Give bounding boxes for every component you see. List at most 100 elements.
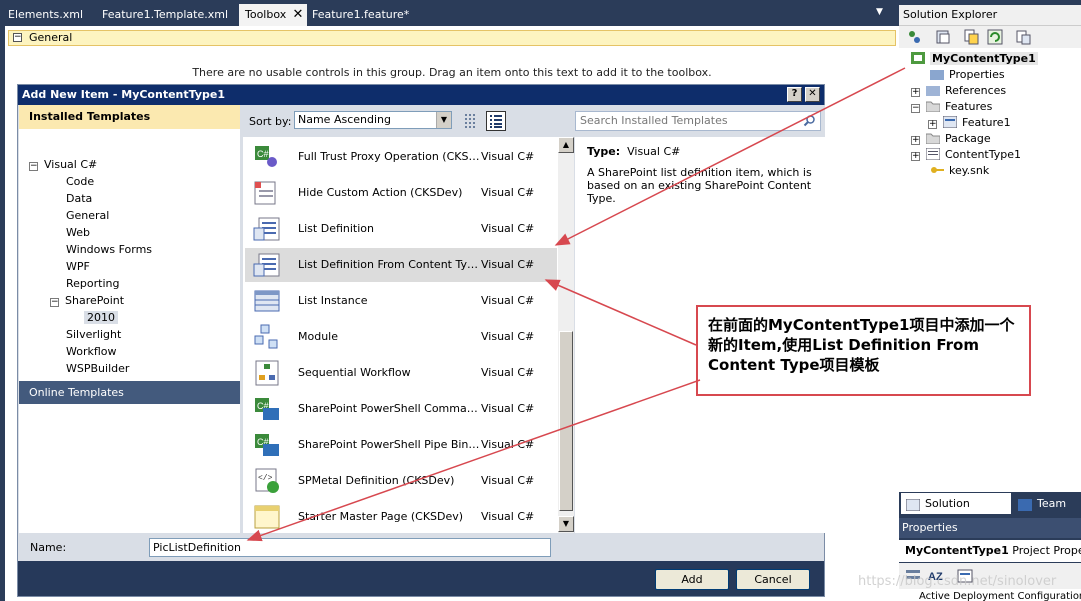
list-definition-icon <box>253 252 281 278</box>
annotation-callout: 在前面的MyContentType1项目中添加一个新的Item,使用List D… <box>696 305 1031 396</box>
tree-node-features[interactable]: − Features <box>911 99 992 114</box>
dialog-title: Add New Item - MyContentType1 <box>22 88 225 101</box>
show-all-files-icon[interactable] <box>935 29 951 45</box>
toolbox-empty-message: There are no usable controls in this gro… <box>192 66 712 79</box>
tree-node-windows-forms[interactable]: Windows Forms <box>66 242 152 257</box>
svg-text:C#: C# <box>257 149 269 159</box>
template-item-name: SharePoint PowerShell CommandLet... <box>298 402 480 415</box>
powershell-icon: C# <box>253 396 281 422</box>
tree-node-silverlight[interactable]: Silverlight <box>66 327 121 342</box>
template-toolbar: Sort by: Name Ascending ▼ Search Install… <box>241 105 825 137</box>
search-templates-input[interactable]: Search Installed Templates <box>575 111 821 131</box>
template-item[interactable]: List Definition Visual C# <box>245 212 557 246</box>
solution-explorer-icon <box>905 497 921 518</box>
properties-object-selector[interactable]: MyContentType1 Project Propert <box>899 540 1081 562</box>
small-icons-view-icon[interactable] <box>461 111 481 131</box>
tree-node-project[interactable]: MyContentType1 <box>911 51 1038 66</box>
tree-node-feature1[interactable]: + Feature1 <box>928 115 1011 130</box>
view-class-diagram-icon[interactable] <box>1015 29 1031 45</box>
template-item[interactable]: Sequential Workflow Visual C# <box>245 356 557 390</box>
close-button[interactable]: ✕ <box>805 87 820 102</box>
tree-node-properties[interactable]: Properties <box>930 67 1005 82</box>
tab-feature1-feature[interactable]: Feature1.feature* <box>306 4 415 26</box>
template-item-name: SharePoint PowerShell Pipe Binding (... <box>298 438 480 451</box>
name-field[interactable]: PicListDefinition <box>149 538 551 557</box>
template-item[interactable]: C# SharePoint PowerShell Pipe Binding (..… <box>245 428 557 462</box>
template-item[interactable]: Starter Master Page (CKSDev) Visual C# <box>245 500 557 533</box>
tab-toolbox[interactable]: Toolbox <box>239 4 293 26</box>
template-item-language: Visual C# <box>481 366 535 379</box>
template-type: Type: Visual C# <box>587 145 681 158</box>
tree-node-workflow[interactable]: Workflow <box>66 344 117 359</box>
chevron-down-icon[interactable]: ▼ <box>436 112 451 128</box>
template-item[interactable]: Module Visual C# <box>245 320 557 354</box>
tab-solution-explorer[interactable]: Solution Explorer <box>901 493 1011 531</box>
template-item[interactable]: Hide Custom Action (CKSDev) Visual C# <box>245 176 557 210</box>
tree-node-package[interactable]: + Package <box>911 131 991 146</box>
tree-node-data[interactable]: Data <box>66 191 92 206</box>
sort-by-select[interactable]: Name Ascending ▼ <box>294 111 452 129</box>
template-item[interactable]: C# Full Trust Proxy Operation (CKSDev) Vis… <box>245 140 557 174</box>
tab-dropdown-icon[interactable]: ▼ <box>876 7 883 17</box>
tree-node-key-snk[interactable]: key.snk <box>930 163 989 178</box>
properties-folder-icon <box>930 68 944 80</box>
template-item[interactable]: </> SPMetal Definition (CKSDev) Visual C# <box>245 464 557 498</box>
template-item-language: Visual C# <box>481 330 535 343</box>
add-button[interactable]: Add <box>655 569 729 590</box>
list-instance-icon <box>253 288 281 314</box>
installed-templates-header[interactable]: Installed Templates <box>19 105 240 129</box>
template-item-name: Sequential Workflow <box>298 366 411 379</box>
scroll-thumb[interactable] <box>559 331 573 511</box>
tab-elements-xml[interactable]: Elements.xml <box>2 4 89 26</box>
expand-icon[interactable]: + <box>911 88 920 97</box>
template-item-name: SPMetal Definition (CKSDev) <box>298 474 455 487</box>
search-icon[interactable] <box>803 114 816 133</box>
properties-title: Properties <box>899 518 1081 538</box>
collapse-icon[interactable]: − <box>13 33 22 42</box>
refresh-icon[interactable] <box>987 29 1003 45</box>
template-list-scrollbar[interactable]: ▲ ▼ <box>558 137 574 533</box>
toolbox-group-general[interactable]: − General <box>8 30 896 46</box>
tree-node-wspbuilder[interactable]: WSPBuilder <box>66 361 129 376</box>
references-icon <box>926 84 940 96</box>
template-item-name: Starter Master Page (CKSDev) <box>298 510 464 523</box>
key-icon <box>930 164 944 176</box>
tree-node-sharepoint-2010[interactable]: 2010 <box>84 310 118 325</box>
workflow-icon <box>253 360 281 386</box>
tree-node-sharepoint[interactable]: − SharePoint <box>50 293 124 308</box>
tree-node-visual-csharp[interactable]: − Visual C# <box>29 157 97 172</box>
template-item[interactable]: C# SharePoint PowerShell CommandLet...Vis… <box>245 392 557 426</box>
template-description: A SharePoint list definition item, which… <box>587 166 812 205</box>
feature-icon <box>942 115 958 129</box>
collapse-icon[interactable]: − <box>29 162 38 171</box>
collapse-icon[interactable]: − <box>911 104 920 113</box>
template-item[interactable]: List Definition From Content Type Visual … <box>245 248 557 282</box>
online-templates-header[interactable]: Online Templates <box>19 381 240 404</box>
tree-node-reporting[interactable]: Reporting <box>66 276 119 291</box>
explorer-tab-strip: Solution Explorer Team Exp <box>899 492 1081 531</box>
expand-icon[interactable]: + <box>928 120 937 129</box>
scroll-up-icon[interactable]: ▲ <box>558 137 574 153</box>
tree-node-general[interactable]: General <box>66 208 109 223</box>
tree-node-references[interactable]: + References <box>911 83 1006 98</box>
template-item-language: Visual C# <box>481 150 535 163</box>
tab-close-icon[interactable]: ✕ <box>289 4 307 26</box>
tab-team-explorer[interactable]: Team Exp <box>1013 493 1081 531</box>
sort-by-label: Sort by: <box>249 115 292 128</box>
expand-icon[interactable]: + <box>911 152 920 161</box>
properties-icon[interactable] <box>907 29 923 45</box>
help-button[interactable]: ? <box>787 87 802 102</box>
scroll-down-icon[interactable]: ▼ <box>558 516 574 532</box>
copy-icon[interactable] <box>963 29 979 45</box>
collapse-icon[interactable]: − <box>50 298 59 307</box>
tree-node-wpf[interactable]: WPF <box>66 259 90 274</box>
property-row[interactable]: Active Deployment Configuration <box>899 589 1081 601</box>
tree-node-contenttype1[interactable]: + ContentType1 <box>911 147 1021 162</box>
details-view-icon[interactable] <box>486 111 506 131</box>
tree-node-code[interactable]: Code <box>66 174 94 189</box>
cancel-button[interactable]: Cancel <box>736 569 810 590</box>
template-item[interactable]: List Instance Visual C# <box>245 284 557 318</box>
tab-feature1-template-xml[interactable]: Feature1.Template.xml <box>96 4 234 26</box>
tree-node-web[interactable]: Web <box>66 225 90 240</box>
expand-icon[interactable]: + <box>911 136 920 145</box>
